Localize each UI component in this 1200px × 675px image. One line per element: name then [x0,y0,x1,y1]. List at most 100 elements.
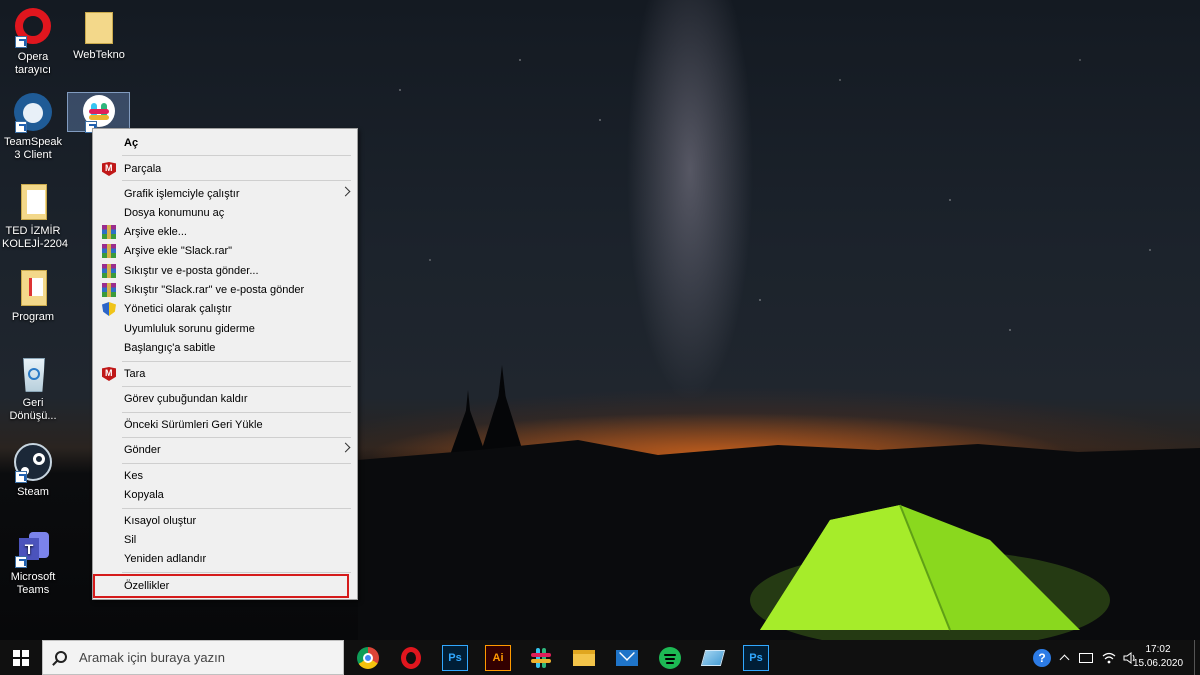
winrar-icon [102,264,116,278]
taskbar-photoshop-2[interactable]: Ps [743,645,769,671]
menu-item-label: Grafik işlemciyle çalıştır [124,187,240,200]
photoshop-icon: Ps [448,652,462,664]
taskbar-mail[interactable] [614,645,640,671]
winrar-icon [102,225,116,239]
menu-item-rename[interactable]: Yeniden adlandır [95,549,355,568]
desktop-icon-opera[interactable]: Opera tarayıcı [2,6,64,77]
desktop-icon-steam[interactable]: Steam [2,442,64,499]
menu-item-label: Önceki Sürümleri Geri Yükle [124,418,263,431]
menu-item-open-file-location[interactable]: Dosya konumunu aç [95,203,355,222]
menu-item-label: Arşive ekle "Slack.rar" [124,244,233,257]
menu-separator [122,437,351,438]
recycle-bin-icon [13,354,53,394]
start-button[interactable] [0,640,42,675]
menu-item-compress-and-email[interactable]: Sıkıştır ve e-posta gönder... [95,261,355,280]
desktop-icon-slack[interactable]: Sl [67,92,130,148]
taskbar-search-box[interactable]: Aramak için buraya yazın [42,640,344,675]
file-explorer-icon [573,650,595,666]
tray-show-hidden[interactable] [1056,640,1072,675]
spotify-icon [659,647,681,669]
chevron-right-icon [340,186,351,197]
chrome-icon [357,647,379,669]
mail-icon [616,645,638,666]
winrar-icon [102,283,116,297]
chevron-up-icon [1059,654,1069,665]
menu-item-restore-previous-versions[interactable]: Önceki Sürümleri Geri Yükle [95,415,355,434]
context-menu: Aç Parçala Grafik işlemciyle çalıştır Do… [92,128,358,600]
properties-highlight-box [93,574,349,598]
menu-item-copy[interactable]: Kopyala [95,485,355,504]
desktop-icon-webtekno[interactable]: WebTekno [68,6,130,62]
help-icon: ? [1033,648,1051,667]
teams-icon: T [13,528,53,568]
search-placeholder: Aramak için buraya yazın [79,650,225,665]
menu-item-scan[interactable]: Tara [95,364,355,383]
tray-clock[interactable]: 17:02 15.06.2020 [1128,643,1188,671]
program-folder-icon [13,268,53,308]
clock-time: 17:02 [1145,644,1171,655]
chevron-right-icon [340,442,351,453]
menu-item-compress-slack-rar-and-email[interactable]: Sıkıştır "Slack.rar" ve e-posta gönder [95,280,355,299]
taskbar-slack[interactable] [528,645,554,671]
menu-item-label: Gönder [124,443,161,456]
menu-item-create-shortcut[interactable]: Kısayol oluştur [95,511,355,530]
desktop-icon-label: WebTekno [73,49,125,61]
menu-item-cut[interactable]: Kes [95,466,355,485]
steam-icon [13,443,53,483]
desktop-icon-recycle-bin[interactable]: Geri Dönüşü... [2,354,64,423]
taskbar-photoshop[interactable]: Ps [442,645,468,671]
menu-item-send-to[interactable]: Gönder [95,440,355,459]
desktop-icon-teamspeak[interactable]: TeamSpeak 3 Client [2,92,64,162]
menu-item-label: Kopyala [124,488,164,501]
menu-item-shred[interactable]: Parçala [95,159,355,178]
taskbar: Aramak için buraya yazın Ps Ai Ps ? 17:0… [0,640,1200,675]
taskbar-file-explorer[interactable] [571,645,597,671]
menu-item-run-with-gpu[interactable]: Grafik işlemciyle çalıştır [95,184,355,203]
menu-item-troubleshoot-compatibility[interactable]: Uyumluluk sorunu giderme [95,319,355,338]
menu-item-label: Başlangıç'a sabitle [124,341,216,354]
menu-item-run-as-admin[interactable]: Yönetici olarak çalıştır [95,299,355,318]
menu-item-label: Kes [124,469,143,482]
desktop-icon-ted-izmir[interactable]: TED İZMİR KOLEJİ-2204 [2,182,68,251]
taskbar-spotify[interactable] [657,645,683,671]
desktop-icon-label: Microsoft Teams [10,571,56,596]
windows-icon [13,649,29,666]
menu-item-add-to-slack-rar[interactable]: Arşive ekle "Slack.rar" [95,241,355,260]
taskbar-chrome[interactable] [355,645,381,671]
illustrator-icon: Ai [492,652,504,664]
tray-network-1[interactable] [1075,640,1097,675]
taskbar-illustrator[interactable]: Ai [485,645,511,671]
menu-item-pin-to-start[interactable]: Başlangıç'a sabitle [95,338,355,357]
desktop-icon-label: Geri Dönüşü... [9,397,57,422]
menu-separator [122,508,351,509]
menu-separator [122,361,351,362]
mcafee-icon [102,367,116,381]
desktop-icon-teams[interactable]: T Microsoft Teams [2,528,64,597]
slack-icon [79,93,119,133]
document-folder-icon [13,182,53,222]
desktop-icon-program[interactable]: Program [2,268,64,324]
tray-help[interactable]: ? [1030,640,1054,675]
menu-item-label: Sıkıştır "Slack.rar" ve e-posta gönder [124,283,305,296]
teamspeak-icon [13,93,53,133]
menu-item-label: Dosya konumunu aç [124,206,225,219]
menu-item-delete[interactable]: Sil [95,530,355,549]
tray-wifi[interactable] [1099,640,1119,675]
menu-item-label: Sıkıştır ve e-posta gönder... [124,264,259,277]
menu-item-label: Sil [124,533,137,546]
taskbar-notepad[interactable] [700,645,726,671]
clock-date: 15.06.2020 [1132,658,1184,669]
taskbar-opera[interactable] [398,645,424,671]
menu-item-unpin-from-taskbar[interactable]: Görev çubuğundan kaldır [95,389,355,408]
menu-item-label: Görev çubuğundan kaldır [124,392,248,405]
menu-item-add-to-archive[interactable]: Arşive ekle... [95,222,355,241]
opera-icon [13,8,53,48]
show-desktop-button[interactable] [1194,640,1200,675]
menu-item-label: Uyumluluk sorunu giderme [124,322,255,335]
menu-item-label: Aç [124,136,139,149]
desktop-icon-label: Opera tarayıcı [14,51,52,76]
network-icon [1079,652,1093,663]
menu-separator [122,463,351,464]
menu-separator [122,572,351,573]
menu-item-open[interactable]: Aç [95,133,355,152]
